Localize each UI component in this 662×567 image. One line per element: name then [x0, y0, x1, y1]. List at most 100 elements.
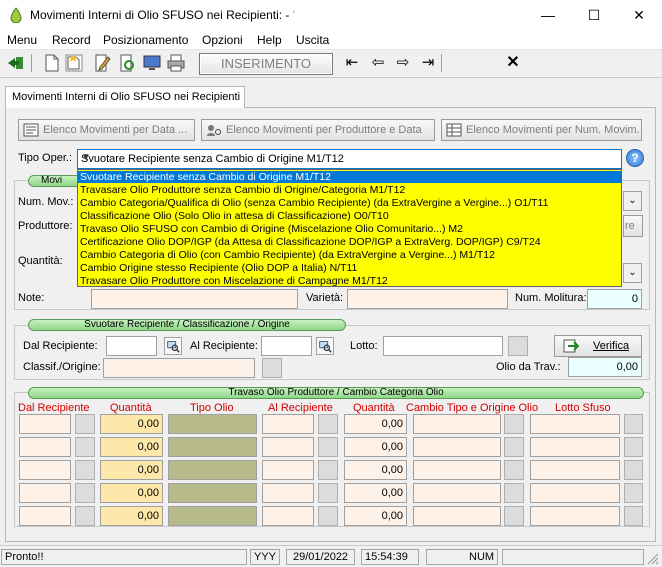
al-recipiente-cell[interactable] — [262, 437, 314, 457]
produttore-button[interactable]: re — [623, 215, 643, 237]
lotto-sfuso-lookup[interactable] — [624, 483, 643, 503]
cambio-tipo-cell[interactable] — [413, 437, 501, 457]
dal-recipiente-cell[interactable] — [19, 437, 71, 457]
dal-recipiente-lookup[interactable] — [75, 460, 95, 480]
dropdown-option[interactable]: Cambio Origine stesso Recipiente (Olio D… — [78, 262, 621, 274]
al-recipiente-lookup[interactable] — [318, 414, 338, 434]
search-icon[interactable] — [316, 337, 334, 355]
tipo-olio-cell[interactable] — [168, 460, 257, 480]
menu-record[interactable]: Record — [52, 33, 91, 47]
maximize-button[interactable]: ☐ — [571, 0, 617, 31]
classif-lookup-button[interactable] — [262, 358, 282, 378]
dal-recipiente-cell[interactable] — [19, 506, 71, 526]
dal-recipiente-lookup[interactable] — [75, 483, 95, 503]
lotto-sfuso-lookup[interactable] — [624, 460, 643, 480]
quantita-cell[interactable]: 0,00 — [100, 460, 163, 480]
help-icon[interactable]: ? — [626, 149, 644, 167]
al-recipiente-lookup[interactable] — [318, 437, 338, 457]
cambio-tipo-lookup[interactable] — [504, 414, 524, 434]
cambio-tipo-lookup[interactable] — [504, 483, 524, 503]
menu-opzioni[interactable]: Opzioni — [202, 33, 243, 47]
quantita-cell[interactable]: 0,00 — [100, 414, 163, 434]
al-recipiente-cell[interactable] — [262, 414, 314, 434]
quantita-cell[interactable]: 0,00 — [100, 483, 163, 503]
tipo-olio-cell[interactable] — [168, 437, 257, 457]
lotto-sfuso-cell[interactable] — [530, 460, 620, 480]
previous-record-icon[interactable]: ⇦ — [368, 54, 388, 72]
dropdown-option[interactable]: Travaso Olio SFUSO con Cambio di Origine… — [78, 223, 621, 235]
dropdown-option[interactable]: Classificazione Olio (Solo Olio in attes… — [78, 210, 621, 222]
refresh-icon[interactable] — [117, 53, 137, 73]
al-recipiente-lookup[interactable] — [318, 483, 338, 503]
note-input[interactable] — [91, 289, 298, 309]
al-recipiente-cell[interactable] — [262, 460, 314, 480]
minimize-button[interactable]: — — [525, 0, 571, 31]
dropdown-option[interactable]: Travasare Olio Produttore con Miscelazio… — [78, 275, 621, 287]
olio-da-trav-input[interactable]: 0,00 — [568, 357, 642, 377]
cambio-tipo-lookup[interactable] — [504, 460, 524, 480]
dropdown-option[interactable]: Travasare Olio Produttore senza Cambio d… — [78, 184, 621, 196]
monitor-icon[interactable] — [142, 53, 162, 73]
new-record-icon[interactable] — [64, 53, 84, 73]
quantita-2-cell[interactable]: 0,00 — [344, 460, 407, 480]
lotto-sfuso-cell[interactable] — [530, 506, 620, 526]
lotto-lookup-button[interactable] — [508, 336, 528, 356]
menu-menu[interactable]: Menu — [7, 33, 37, 47]
cambio-tipo-cell[interactable] — [413, 483, 501, 503]
insert-mode-button[interactable]: INSERIMENTO — [199, 53, 333, 75]
lotto-sfuso-cell[interactable] — [530, 414, 620, 434]
menu-help[interactable]: Help — [257, 33, 282, 47]
exit-icon[interactable] — [6, 53, 26, 73]
tipo-oper-select[interactable]: Svuotare Recipiente senza Cambio di Orig… — [77, 149, 622, 169]
quantita-2-cell[interactable]: 0,00 — [344, 483, 407, 503]
printer-icon[interactable] — [166, 53, 186, 73]
cambio-tipo-cell[interactable] — [413, 460, 501, 480]
classif-origine-input[interactable] — [103, 358, 255, 378]
quantita-cell[interactable]: 0,00 — [100, 506, 163, 526]
last-record-icon[interactable]: ⇥ — [418, 54, 438, 72]
lotto-sfuso-lookup[interactable] — [624, 414, 643, 434]
num-molitura-input[interactable]: 0 — [587, 289, 642, 309]
dal-recipiente-lookup[interactable] — [75, 506, 95, 526]
menu-posizionamento[interactable]: Posizionamento — [103, 33, 188, 47]
lotto-sfuso-cell[interactable] — [530, 437, 620, 457]
al-recipiente-cell[interactable] — [262, 483, 314, 503]
lotto-sfuso-cell[interactable] — [530, 483, 620, 503]
al-recipiente-lookup[interactable] — [318, 460, 338, 480]
quantita-cell[interactable]: 0,00 — [100, 437, 163, 457]
elenco-movimenti-data-button[interactable]: Elenco Movimenti per Data ... — [18, 119, 195, 141]
new-document-icon[interactable] — [42, 53, 62, 73]
dropdown-option[interactable]: Cambio Categoria di Olio (con Cambio Rec… — [78, 249, 621, 261]
dropdown-option[interactable]: Certificazione Olio DOP/IGP (da Attesa d… — [78, 236, 621, 248]
quantita-dropdown-icon[interactable]: ⌄ — [623, 263, 642, 283]
quantita-2-cell[interactable]: 0,00 — [344, 414, 407, 434]
first-record-icon[interactable]: ⇤ — [342, 54, 362, 72]
varieta-input[interactable] — [347, 289, 508, 309]
tipo-olio-cell[interactable] — [168, 506, 257, 526]
chevron-down-icon[interactable]: ▼ — [81, 152, 618, 163]
dal-recipiente-lookup[interactable] — [75, 414, 95, 434]
cambio-tipo-cell[interactable] — [413, 414, 501, 434]
close-window-button[interactable]: ✕ — [616, 0, 662, 31]
verifica-button[interactable]: Verifica — [554, 335, 642, 357]
num-mov-dropdown-icon[interactable]: ⌄ — [623, 191, 642, 211]
dropdown-option[interactable]: Svuotare Recipiente senza Cambio di Orig… — [78, 171, 621, 183]
lotto-input[interactable] — [383, 336, 503, 356]
tipo-olio-cell[interactable] — [168, 483, 257, 503]
quantita-2-cell[interactable]: 0,00 — [344, 506, 407, 526]
search-icon[interactable] — [164, 337, 182, 355]
tab-movimenti[interactable]: Movimenti Interni di Olio SFUSO nei Reci… — [5, 86, 245, 108]
elenco-movimenti-produttore-button[interactable]: Elenco Movimenti per Produttore e Data — [201, 119, 435, 141]
dal-recipiente-cell[interactable] — [19, 483, 71, 503]
cambio-tipo-lookup[interactable] — [504, 506, 524, 526]
lotto-sfuso-lookup[interactable] — [624, 506, 643, 526]
dal-recipiente-cell[interactable] — [19, 460, 71, 480]
dal-recipiente-lookup[interactable] — [75, 437, 95, 457]
al-recipiente-cell[interactable] — [262, 506, 314, 526]
next-record-icon[interactable]: ⇨ — [393, 54, 413, 72]
cambio-tipo-cell[interactable] — [413, 506, 501, 526]
edit-icon[interactable] — [92, 53, 112, 73]
al-recipiente-lookup[interactable] — [318, 506, 338, 526]
dal-recipiente-input[interactable] — [106, 336, 157, 356]
lotto-sfuso-lookup[interactable] — [624, 437, 643, 457]
